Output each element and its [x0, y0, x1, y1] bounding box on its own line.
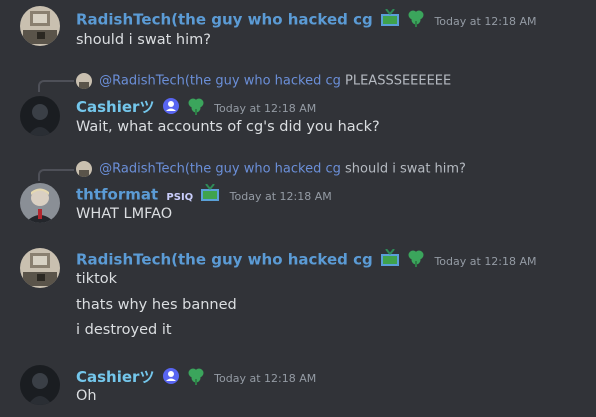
avatar[interactable]: [20, 365, 60, 405]
reply-text: should i swat him?: [345, 161, 466, 177]
clover-icon: [407, 9, 425, 31]
tv-icon: [200, 183, 220, 206]
reply-connector: [38, 169, 74, 181]
message-text: WHAT LMFAO: [76, 206, 173, 222]
avatar[interactable]: [20, 183, 60, 223]
reply-preview[interactable]: @RadishTech(the guy who hacked cg PLEASS…: [76, 73, 451, 89]
avatar[interactable]: [20, 6, 60, 46]
author-name[interactable]: RadishTech(the guy who hacked cg Today a…: [76, 8, 537, 31]
reply-text: PLEASSSEEEEEE: [345, 73, 452, 89]
reply-avatar: [76, 161, 92, 177]
timestamp: Today at 12:18 AM: [214, 372, 317, 385]
clover-icon: [187, 367, 205, 389]
timestamp: Today at 12:18 AM: [229, 189, 332, 203]
tv-icon: [380, 8, 400, 31]
tv-icon: [380, 248, 400, 271]
server-tag: PSIQ: [166, 191, 194, 203]
avatar[interactable]: [20, 248, 60, 288]
clover-icon: [187, 97, 205, 119]
message-text: Oh: [76, 388, 97, 404]
message-text: thats why hes banned: [76, 297, 237, 313]
timestamp: Today at 12:18 AM: [214, 102, 317, 115]
message-text: Wait, what accounts of cg's did you hack…: [76, 119, 380, 135]
reply-connector: [38, 80, 74, 92]
reply-preview[interactable]: @RadishTech(the guy who hacked cg should…: [76, 161, 466, 177]
reply-mention[interactable]: @RadishTech(the guy who hacked cg: [99, 74, 341, 89]
message-text: should i swat him?: [76, 32, 211, 48]
reply-avatar: [76, 73, 92, 89]
timestamp: Today at 12:18 AM: [434, 14, 537, 28]
message-text: i destroyed it: [76, 322, 172, 338]
person-badge-icon: [162, 97, 180, 119]
author-name[interactable]: thtformat PSIQ Today at 12:18 AM: [76, 183, 332, 206]
author-name[interactable]: Cashierツ Today at 12:18 AM: [76, 96, 316, 119]
reply-mention[interactable]: @RadishTech(the guy who hacked cg: [99, 162, 341, 177]
clover-icon: [407, 249, 425, 271]
message-text: tiktok: [76, 271, 118, 287]
author-name[interactable]: Cashierツ Today at 12:18 AM: [76, 366, 316, 389]
timestamp: Today at 12:18 AM: [434, 254, 537, 268]
author-name[interactable]: RadishTech(the guy who hacked cg Today a…: [76, 248, 537, 271]
avatar[interactable]: [20, 96, 60, 136]
person-badge-icon: [162, 367, 180, 389]
